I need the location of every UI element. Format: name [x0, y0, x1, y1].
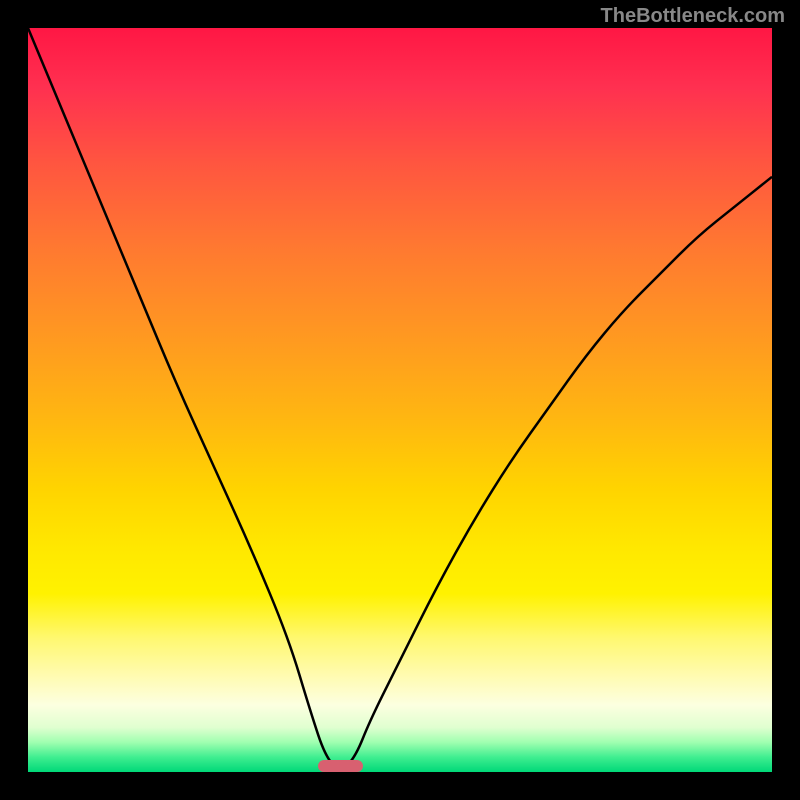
- optimal-marker: [318, 760, 363, 772]
- chart-container: [28, 28, 772, 772]
- watermark-text: TheBottleneck.com: [601, 5, 785, 28]
- bottleneck-curve: [28, 28, 772, 772]
